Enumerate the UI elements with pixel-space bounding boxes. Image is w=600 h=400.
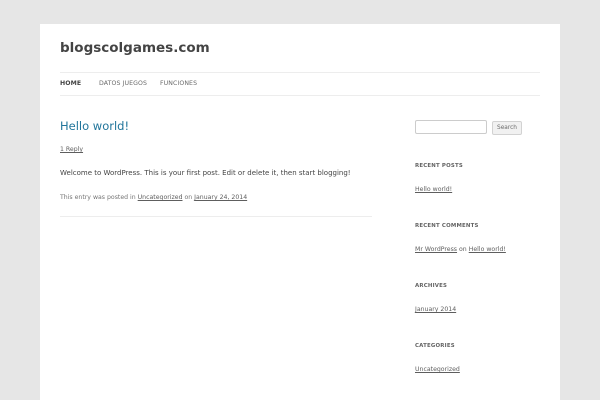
search-button[interactable]: Search bbox=[492, 121, 522, 135]
nav-item-home[interactable]: Home bbox=[60, 80, 81, 87]
main-navigation: Home Datos Juegos Funciones bbox=[60, 72, 540, 96]
recent-comment-item: Mr WordPress on Hello world! bbox=[415, 246, 506, 253]
post-meta: This entry was posted in Uncategorized o… bbox=[60, 194, 247, 201]
entry-divider bbox=[60, 216, 372, 217]
comment-post-link[interactable]: Hello world! bbox=[469, 246, 506, 253]
categories-heading: Categories bbox=[415, 343, 455, 349]
nav-item-funciones[interactable]: Funciones bbox=[160, 80, 197, 87]
category-sidebar-link[interactable]: Uncategorized bbox=[415, 366, 460, 373]
post-title[interactable]: Hello world! bbox=[60, 119, 129, 133]
archives-heading: Archives bbox=[415, 283, 448, 289]
recent-post-link[interactable]: Hello world! bbox=[415, 186, 452, 193]
post-content: Welcome to WordPress. This is your first… bbox=[60, 169, 351, 177]
comment-on-text: on bbox=[459, 246, 467, 253]
meta-prefix: This entry was posted in bbox=[60, 194, 136, 201]
site-title[interactable]: blogscolgames.com bbox=[60, 40, 210, 56]
archive-link[interactable]: January 2014 bbox=[415, 306, 456, 313]
category-link[interactable]: Uncategorized bbox=[138, 194, 183, 201]
recent-comments-heading: Recent Comments bbox=[415, 223, 479, 229]
nav-item-datos-juegos[interactable]: Datos Juegos bbox=[99, 80, 147, 87]
recent-posts-heading: Recent Posts bbox=[415, 163, 463, 169]
meta-on: on bbox=[184, 194, 193, 201]
comment-author-link[interactable]: Mr WordPress bbox=[415, 246, 457, 253]
search-input[interactable] bbox=[415, 120, 487, 134]
date-link[interactable]: January 24, 2014 bbox=[194, 194, 247, 201]
reply-link[interactable]: 1 Reply bbox=[60, 146, 83, 153]
page-container: blogscolgames.com Home Datos Juegos Func… bbox=[40, 24, 560, 400]
